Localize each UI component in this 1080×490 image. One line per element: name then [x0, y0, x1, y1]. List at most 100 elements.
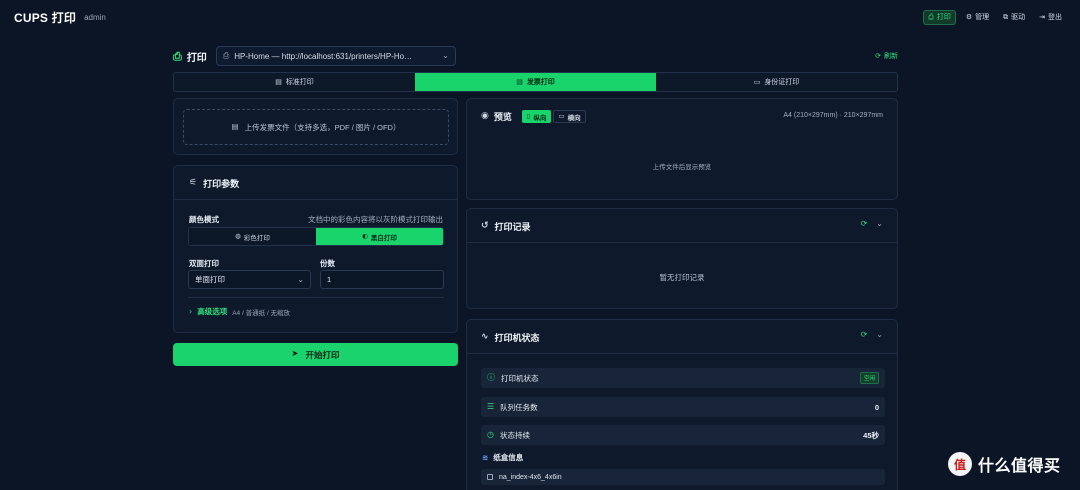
refresh-button[interactable]: ⟳ 刷新 — [875, 51, 898, 61]
history-icon: ↺ — [481, 221, 489, 231]
chevron-down-icon: ⌄ — [297, 274, 304, 284]
document-icon: ▤ — [275, 77, 282, 86]
print-params-panel: ⚟ 打印参数 颜色模式 文档中的彩色内容将以灰阶模式打印输出 ◍ 彩色打印 ◐ … — [173, 165, 458, 333]
history-header: ↺ 打印记录 — [481, 220, 531, 233]
file-upload-icon: ▤ — [231, 122, 239, 132]
contrast-icon: ◐ — [362, 232, 368, 241]
tray-info-title-text: 纸盒信息 — [493, 453, 524, 462]
tray-item-label: na_index-4x6_4x6in — [499, 473, 562, 481]
smzdm-logo: 值 — [948, 452, 972, 476]
preview-title: 预览 — [493, 112, 512, 122]
start-print-button[interactable]: ➤ 开始打印 — [173, 343, 458, 366]
copies-input-value: 1 — [327, 275, 332, 284]
page-title: ⎙ 打印 — [173, 49, 207, 64]
nav-logout[interactable]: ⇥ 登出 — [1035, 10, 1066, 25]
status-actions: ⟳ ⌄ — [861, 331, 883, 339]
status-header: ∿ 打印机状态 — [481, 331, 540, 344]
color-print-option[interactable]: ◍ 彩色打印 — [189, 228, 316, 245]
status-row-label: 状态持续 — [499, 430, 530, 440]
divider — [467, 353, 897, 354]
id-card-icon: ▭ — [753, 77, 761, 86]
history-actions: ⟳ ⌄ — [861, 220, 883, 228]
upload-dropzone[interactable]: ▤ 上传发票文件（支持多选，PDF / 图片 / OFD） — [183, 109, 449, 145]
duplex-label: 双面打印 — [189, 259, 219, 268]
duplex-select[interactable]: 单面打印 ⌄ — [188, 270, 311, 289]
tab-label: 发票打印 — [526, 79, 555, 86]
orientation-toggle: ▯ 纵向 ▭ 横向 — [521, 110, 586, 123]
tray-icon — [487, 474, 493, 480]
sliders-icon: ⚟ — [189, 178, 198, 188]
nav-print-label: 打印 — [936, 14, 951, 21]
status-row-printer-state: ⓘ 打印机状态 空闲 — [481, 368, 885, 388]
nav-logout-label: 登出 — [1048, 14, 1062, 21]
color-mode-toggle: ◍ 彩色打印 ◐ 黑白打印 — [188, 227, 444, 246]
landscape-option[interactable]: ▭ 横向 — [553, 110, 586, 123]
list-icon: ☰ — [487, 402, 495, 411]
logout-icon: ⇥ — [1039, 12, 1045, 21]
top-nav: ⎙ 打印 ⚙ 管理 ⧉ 驱动 ⇥ 登出 — [923, 9, 1066, 25]
portrait-icon: ▯ — [526, 112, 531, 121]
nav-drivers[interactable]: ⧉ 驱动 — [999, 10, 1029, 25]
status-badge: 空闲 — [859, 372, 879, 384]
portrait-option[interactable]: ▯ 纵向 — [521, 110, 552, 123]
activity-icon: ∿ — [481, 332, 489, 342]
page-title-text: 打印 — [186, 52, 207, 64]
status-title: 打印机状态 — [494, 333, 540, 343]
mono-option-label: 黑白打印 — [370, 234, 397, 242]
tab-label: 身份证打印 — [764, 79, 800, 86]
nav-drivers-label: 驱动 — [1011, 14, 1026, 21]
refresh-icon[interactable]: ⟳ — [861, 331, 868, 339]
printer-select-value: HP-Home — http://localhost:631/printers/… — [234, 51, 413, 61]
refresh-icon[interactable]: ⟳ — [861, 220, 868, 228]
preview-header: ◉ 预览 ▯ 纵向 ▭ 横向 — [481, 110, 586, 123]
start-print-label: 开始打印 — [305, 349, 340, 360]
nav-admin[interactable]: ⚙ 管理 — [962, 10, 993, 25]
layers-icon: ≋ — [482, 452, 489, 462]
advanced-options-toggle[interactable]: › 高级选项 A4 / 普通纸 / 无缩放 — [189, 306, 290, 317]
refresh-label: 刷新 — [884, 53, 898, 60]
preview-panel: ◉ 预览 ▯ 纵向 ▭ 横向 A4 (210×297mm) · 210×297m… — [466, 98, 898, 200]
printer-icon: ⎙ — [928, 12, 934, 21]
tab-label: 标准打印 — [285, 79, 314, 86]
color-mode-hint: 文档中的彩色内容将以灰阶模式打印输出 — [308, 215, 443, 224]
eye-icon: ◉ — [481, 111, 489, 121]
chevron-down-icon[interactable]: ⌄ — [876, 220, 883, 228]
advanced-options-label: 高级选项 — [197, 307, 228, 316]
tray-info-title: ≋ 纸盒信息 — [482, 452, 523, 463]
mono-print-option[interactable]: ◐ 黑白打印 — [316, 228, 443, 245]
history-title: 打印记录 — [494, 222, 531, 232]
print-header: ⎙ 打印 ⎙ HP-Home — http://localhost:631/pr… — [173, 45, 898, 67]
clock-icon: ◷ — [487, 430, 494, 439]
upload-panel: ▤ 上传发票文件（支持多选，PDF / 图片 / OFD） — [173, 98, 458, 155]
divider — [467, 242, 897, 243]
invoice-icon: ▤ — [516, 77, 523, 86]
link-icon: ⧉ — [1003, 12, 1009, 21]
chevron-right-icon: › — [189, 306, 193, 316]
tab-standard-print[interactable]: ▤ 标准打印 — [174, 73, 415, 91]
params-title-text: 打印参数 — [203, 179, 240, 189]
tab-id-card-print[interactable]: ▭ 身份证打印 — [656, 73, 897, 91]
printer-icon: ⎙ — [222, 51, 230, 60]
paper-size-info: A4 (210×297mm) · 210×297mm — [783, 112, 883, 119]
palette-icon: ◍ — [235, 232, 241, 241]
status-row-value: 0 — [874, 402, 879, 412]
copies-input[interactable]: 1 — [320, 270, 444, 289]
tab-invoice-print[interactable]: ▤ 发票打印 — [415, 73, 656, 91]
chevron-down-icon[interactable]: ⌄ — [876, 331, 883, 339]
status-row-value: 45秒 — [863, 430, 879, 440]
status-row-label: 打印机状态 — [501, 373, 539, 383]
top-bar: CUPS 打印 admin ⎙ 打印 ⚙ 管理 ⧉ 驱动 ⇥ 登出 — [0, 0, 1080, 34]
portrait-label: 纵向 — [533, 114, 547, 122]
divider — [174, 199, 457, 200]
landscape-icon: ▭ — [558, 112, 565, 121]
nav-admin-label: 管理 — [975, 14, 990, 21]
copies-label: 份数 — [320, 259, 335, 268]
refresh-icon: ⟳ — [875, 51, 881, 60]
info-icon: ⓘ — [487, 373, 495, 382]
upload-label: 上传发票文件（支持多选，PDF / 图片 / OFD） — [244, 122, 401, 132]
nav-print[interactable]: ⎙ 打印 — [923, 9, 956, 25]
printer-status-panel: ∿ 打印机状态 ⟳ ⌄ ⓘ 打印机状态 空闲 ☰ 队列任务数 0 ◷ 状态持续 … — [466, 319, 898, 490]
advanced-options-summary: A4 / 普通纸 / 无缩放 — [232, 309, 290, 317]
watermark: 值 什么值得买 — [948, 452, 1061, 476]
printer-select[interactable]: ⎙ HP-Home — http://localhost:631/printer… — [215, 46, 456, 66]
